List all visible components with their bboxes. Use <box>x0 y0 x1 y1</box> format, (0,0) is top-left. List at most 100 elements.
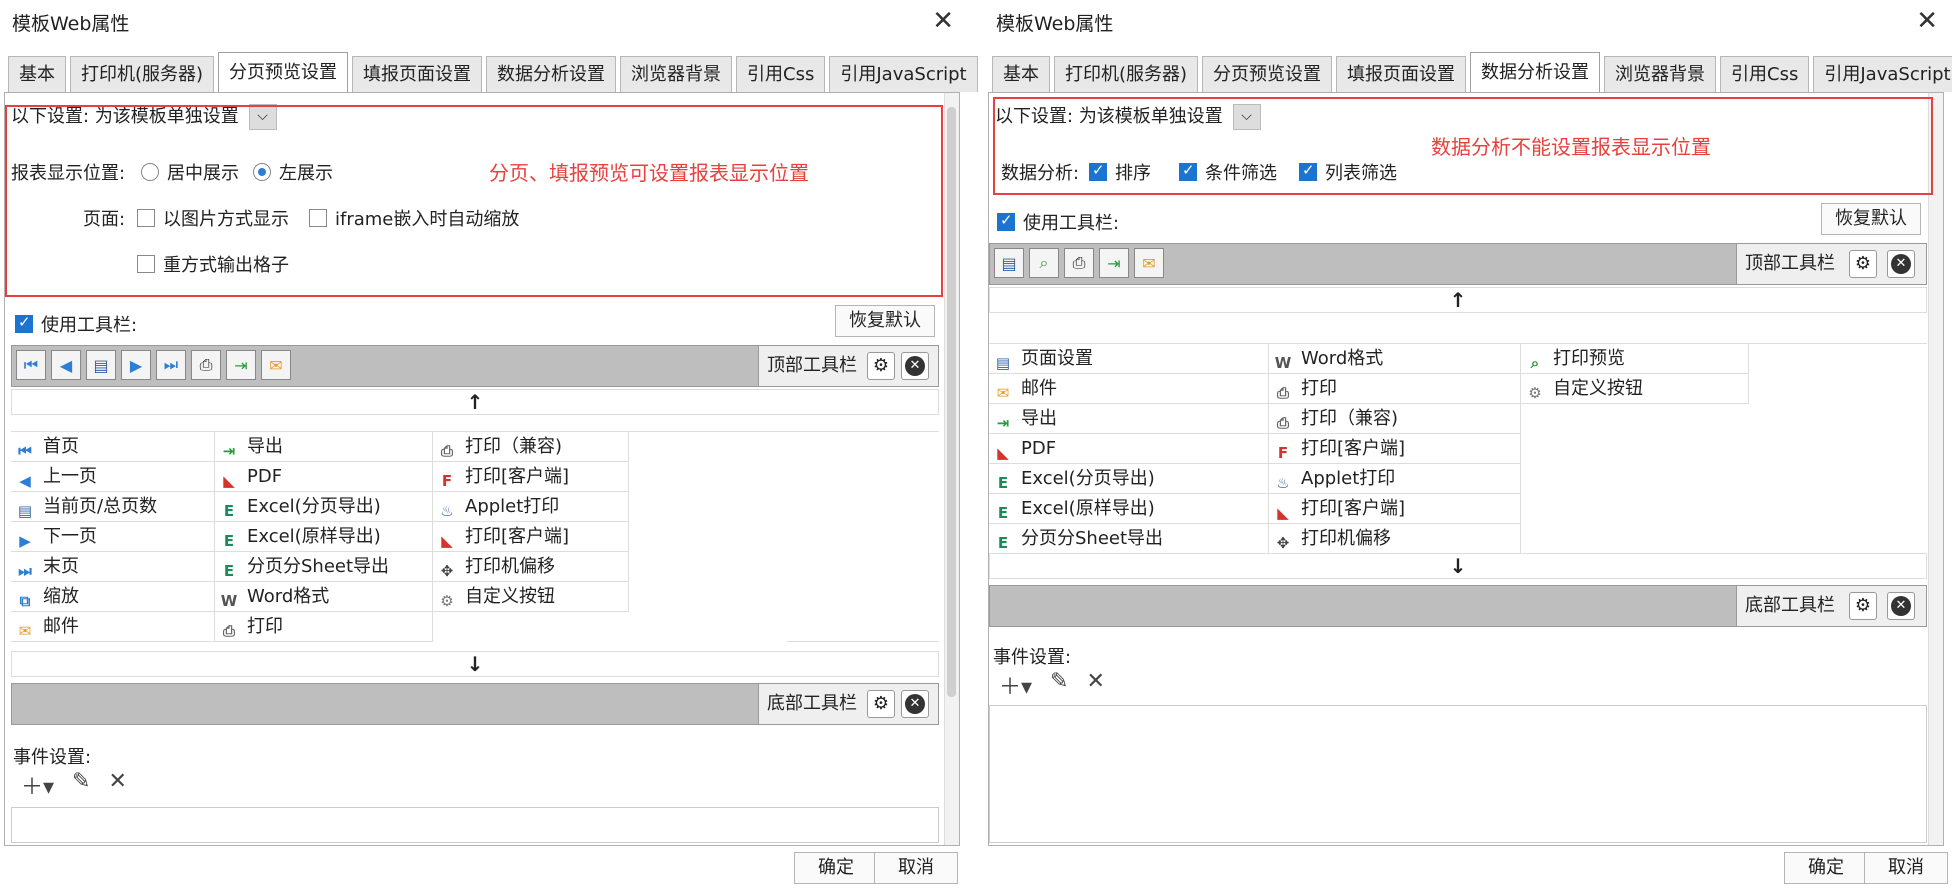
list-item[interactable]: ⎙ 打印（兼容) <box>1269 404 1521 434</box>
print-preview-icon[interactable]: ⌕ <box>1029 248 1059 278</box>
tab-browser-bg[interactable]: 浏览器背景 <box>1604 56 1717 92</box>
tab-printer-server[interactable]: 打印机(服务器) <box>70 56 215 92</box>
tab-javascript[interactable]: 引用JavaScript <box>829 56 978 92</box>
list-item[interactable]: ⇥ 导出 <box>215 432 433 462</box>
list-item[interactable]: ⌕ 打印预览 <box>1521 344 1749 374</box>
remove-toolbar-icon[interactable]: ✕ <box>1887 592 1915 620</box>
list-item[interactable]: ⎙ 打印 <box>1269 374 1521 404</box>
list-item[interactable]: E 分页分Sheet导出 <box>215 552 433 582</box>
move-down-button[interactable]: ↓ <box>11 651 939 677</box>
list-item[interactable]: E 分页分Sheet导出 <box>989 524 1269 554</box>
ok-button[interactable]: 确定 <box>1784 852 1868 884</box>
list-item[interactable]: ◣ PDF <box>215 462 433 492</box>
move-up-button[interactable]: ↑ <box>989 287 1927 313</box>
export-icon[interactable]: ⇥ <box>226 350 256 380</box>
tab-fill-page[interactable]: 填报页面设置 <box>1336 56 1467 92</box>
close-icon[interactable]: ✕ <box>932 6 954 36</box>
list-item[interactable]: ⇥ 导出 <box>989 404 1269 434</box>
mail-icon[interactable]: ✉ <box>1134 248 1164 278</box>
list-item[interactable]: ⧉ 缩放 <box>11 582 215 612</box>
list-item[interactable]: ✥ 打印机偏移 <box>1269 524 1521 554</box>
list-item[interactable]: ♨ Applet打印 <box>1269 464 1521 494</box>
excel-icon: E <box>997 504 1009 522</box>
list-item[interactable]: ⎙ 打印 <box>215 612 433 642</box>
remove-toolbar-icon[interactable]: ✕ <box>901 352 929 380</box>
empty-column <box>1749 344 1927 554</box>
gear-icon[interactable]: ⚙ <box>1849 592 1877 620</box>
tab-basic[interactable]: 基本 <box>8 56 66 92</box>
list-item[interactable]: ⏭ 末页 <box>11 552 215 582</box>
tab-css[interactable]: 引用Css <box>736 56 826 92</box>
list-item[interactable]: E Excel(分页导出) <box>989 464 1269 494</box>
tab-javascript[interactable]: 引用JavaScript <box>1813 56 1952 92</box>
tab-page-preview[interactable]: 分页预览设置 <box>1202 56 1333 92</box>
list-item[interactable]: ▤ 当前页/总页数 <box>11 492 215 522</box>
list-item[interactable]: ◀ 上一页 <box>11 462 215 492</box>
use-toolbar-checkbox[interactable]: 使用工具栏: <box>15 311 137 337</box>
export-icon[interactable]: ⇥ <box>1099 248 1129 278</box>
list-item[interactable]: ◣ 打印[客户端] <box>433 522 629 552</box>
list-item[interactable]: ◣ 打印[客户端] <box>1269 494 1521 524</box>
add-icon[interactable]: ＋▾ <box>999 669 1032 701</box>
ok-button[interactable]: 确定 <box>794 852 878 884</box>
tab-browser-bg[interactable]: 浏览器背景 <box>620 56 733 92</box>
delete-icon[interactable]: ✕ <box>1086 669 1104 701</box>
delete-icon[interactable]: ✕ <box>108 769 126 801</box>
edit-icon[interactable]: ✎ <box>1050 669 1068 701</box>
tab-data-analysis[interactable]: 数据分析设置 <box>1470 52 1601 92</box>
gear-icon[interactable]: ⚙ <box>867 352 895 380</box>
close-icon[interactable]: ✕ <box>1916 6 1938 36</box>
event-list[interactable] <box>11 807 939 843</box>
tab-page-preview[interactable]: 分页预览设置 <box>218 52 349 92</box>
last-icon[interactable]: ⏭ <box>156 350 186 380</box>
mail-icon[interactable]: ✉ <box>261 350 291 380</box>
gear-icon[interactable]: ⚙ <box>1849 250 1877 278</box>
add-icon[interactable]: ＋▾ <box>21 769 54 801</box>
page-setup-icon[interactable]: ▤ <box>994 248 1024 278</box>
list-item[interactable]: W Word格式 <box>215 582 433 612</box>
move-up-button[interactable]: ↑ <box>11 389 939 415</box>
list-item[interactable]: ▶ 下一页 <box>11 522 215 552</box>
list-item[interactable]: ◣ PDF <box>989 434 1269 464</box>
print-icon[interactable]: ⎙ <box>1064 248 1094 278</box>
tab-css[interactable]: 引用Css <box>1720 56 1810 92</box>
remove-toolbar-icon[interactable]: ✕ <box>901 690 929 718</box>
list-item[interactable]: ✉ 邮件 <box>989 374 1269 404</box>
tab-fill-page[interactable]: 填报页面设置 <box>352 56 483 92</box>
vertical-scrollbar[interactable] <box>944 93 959 845</box>
list-item[interactable]: ⚙ 自定义按钮 <box>1521 374 1749 404</box>
list-item[interactable]: ♨ Applet打印 <box>433 492 629 522</box>
move-down-button[interactable]: ↓ <box>989 553 1927 579</box>
list-item[interactable]: E Excel(原样导出) <box>989 494 1269 524</box>
first-icon[interactable]: ⏮ <box>16 350 46 380</box>
next-icon[interactable]: ▶ <box>121 350 151 380</box>
event-list[interactable] <box>989 705 1927 843</box>
cancel-button[interactable]: 取消 <box>874 852 958 884</box>
tab-printer-server[interactable]: 打印机(服务器) <box>1054 56 1199 92</box>
list-item[interactable]: E Excel(原样导出) <box>215 522 433 552</box>
list-item[interactable]: ⚙ 自定义按钮 <box>433 582 629 612</box>
use-toolbar-checkbox[interactable]: 使用工具栏: <box>997 209 1119 235</box>
page-icon[interactable]: ▤ <box>86 350 116 380</box>
list-item[interactable]: ✥ 打印机偏移 <box>433 552 629 582</box>
list-item[interactable]: ✉ 邮件 <box>11 612 215 642</box>
tab-data-analysis[interactable]: 数据分析设置 <box>486 56 617 92</box>
print-icon[interactable]: ⎙ <box>191 350 221 380</box>
list-item[interactable]: ▤ 页面设置 <box>989 344 1269 374</box>
list-item[interactable]: W Word格式 <box>1269 344 1521 374</box>
cancel-button[interactable]: 取消 <box>1864 852 1948 884</box>
restore-default-button[interactable]: 恢复默认 <box>835 305 935 337</box>
list-item[interactable]: F 打印[客户端] <box>433 462 629 492</box>
prev-icon[interactable]: ◀ <box>51 350 81 380</box>
gear-icon[interactable]: ⚙ <box>867 690 895 718</box>
list-item[interactable]: ⎙ 打印（兼容) <box>433 432 629 462</box>
list-item[interactable]: ⏮ 首页 <box>11 432 215 462</box>
list-item[interactable]: F 打印[客户端] <box>1269 434 1521 464</box>
remove-toolbar-icon[interactable]: ✕ <box>1887 250 1915 278</box>
dialog-right: 模板Web属性 ✕ 基本 打印机(服务器) 分页预览设置 填报页面设置 数据分析… <box>984 0 1952 890</box>
list-item[interactable]: E Excel(分页导出) <box>215 492 433 522</box>
vertical-scrollbar[interactable] <box>1928 93 1943 845</box>
restore-default-button[interactable]: 恢复默认 <box>1821 203 1921 235</box>
tab-basic[interactable]: 基本 <box>992 56 1050 92</box>
edit-icon[interactable]: ✎ <box>72 769 90 801</box>
